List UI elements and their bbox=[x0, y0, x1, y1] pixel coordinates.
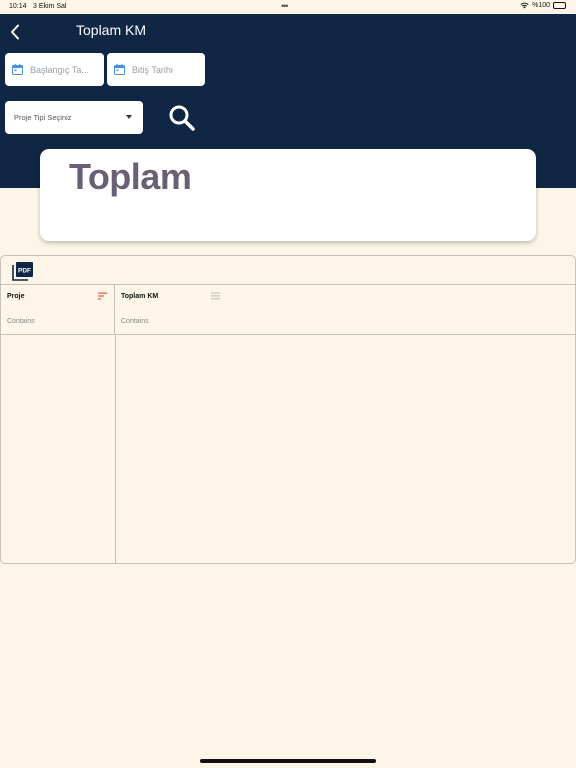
home-indicator[interactable] bbox=[200, 759, 376, 763]
wifi-icon bbox=[520, 2, 529, 9]
total-card: Toplam bbox=[40, 149, 536, 241]
menu-lines-icon[interactable] bbox=[211, 292, 220, 300]
data-grid: PDF Proje Contains Toplam KM Contains bbox=[0, 255, 576, 564]
calendar-icon bbox=[12, 64, 23, 75]
column-header-toplam-km[interactable]: Toplam KM Contains bbox=[115, 285, 575, 335]
status-time: 10:14 bbox=[9, 3, 27, 10]
project-type-placeholder: Proje Tipi Seçiniz bbox=[14, 113, 72, 122]
multitasking-dots-icon[interactable]: ••• bbox=[281, 1, 289, 11]
project-type-select[interactable]: Proje Tipi Seçiniz bbox=[5, 101, 143, 134]
end-date-field[interactable]: Bitiş Tarihi bbox=[107, 53, 205, 86]
back-button[interactable] bbox=[6, 23, 24, 41]
column-header-proje[interactable]: Proje Contains bbox=[1, 285, 115, 335]
total-title: Toplam bbox=[69, 156, 192, 197]
status-date: 3 Ekim Sal bbox=[33, 3, 67, 10]
caret-down-icon bbox=[126, 115, 132, 119]
page-title: Toplam KM bbox=[76, 22, 147, 38]
end-date-placeholder: Bitiş Tarihi bbox=[132, 64, 173, 75]
status-bar: 10:14 3 Ekim Sal ••• %100 bbox=[0, 0, 576, 14]
start-date-placeholder: Başlangıç Ta... bbox=[30, 64, 89, 75]
search-button[interactable] bbox=[167, 103, 197, 133]
sort-icon[interactable] bbox=[98, 292, 107, 300]
pdf-export-button[interactable]: PDF bbox=[12, 261, 34, 281]
battery-icon bbox=[553, 2, 566, 9]
svg-text:PDF: PDF bbox=[18, 267, 31, 274]
status-indicators: %100 bbox=[520, 2, 566, 9]
column-divider bbox=[115, 335, 116, 563]
column-title: Toplam KM bbox=[121, 293, 159, 300]
search-icon bbox=[169, 105, 195, 131]
grid-toolbar: PDF bbox=[1, 256, 575, 285]
column-title: Proje bbox=[7, 293, 25, 300]
calendar-icon bbox=[114, 64, 125, 75]
column-filter-input[interactable]: Contains bbox=[121, 318, 149, 325]
battery-percent: %100 bbox=[532, 2, 550, 9]
column-filter-input[interactable]: Contains bbox=[7, 318, 35, 325]
chevron-left-icon bbox=[11, 24, 19, 40]
pdf-icon: PDF bbox=[12, 262, 33, 281]
start-date-field[interactable]: Başlangıç Ta... bbox=[5, 53, 104, 86]
